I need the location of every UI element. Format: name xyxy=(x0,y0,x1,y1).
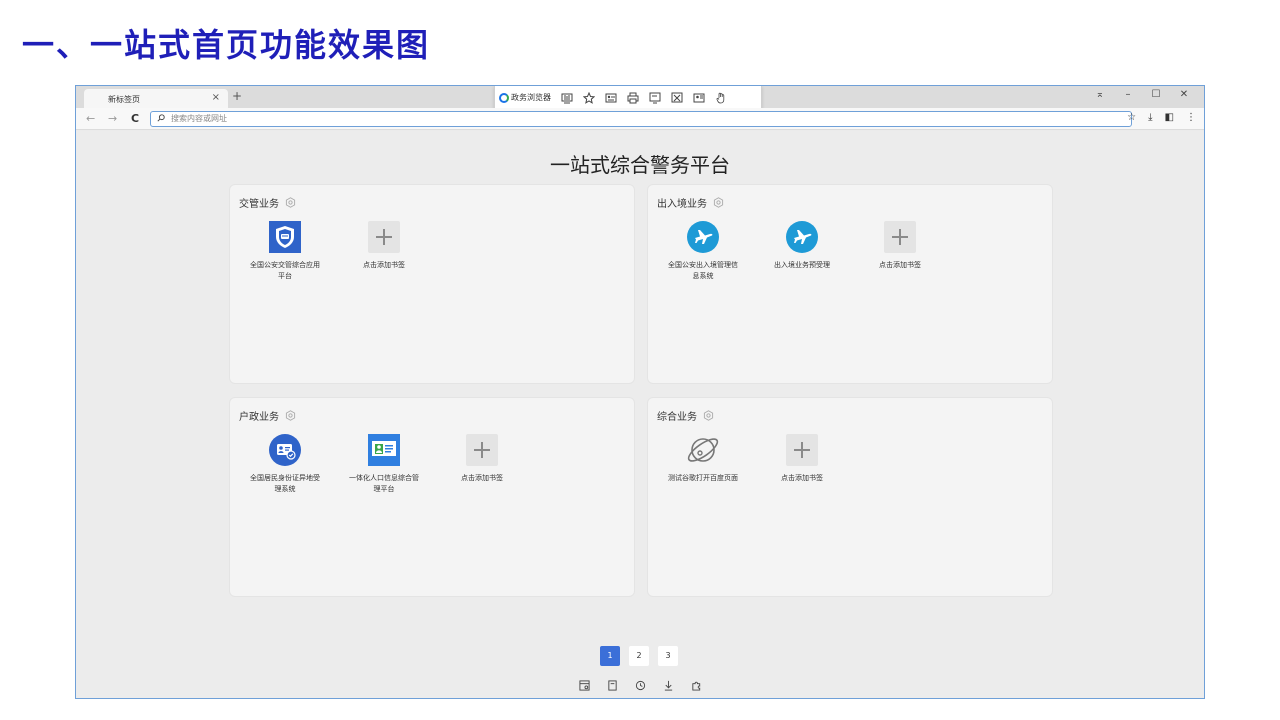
slide-title: 一、一站式首页功能效果图 xyxy=(22,26,431,64)
forward-button[interactable]: → xyxy=(108,112,117,125)
window-icon[interactable] xyxy=(578,679,590,691)
card-title: 户政业务 xyxy=(239,412,279,423)
maximize-button[interactable]: ☐ xyxy=(1142,89,1170,100)
population-card-icon xyxy=(368,434,400,466)
browser-window: 新标签页 × + 政务浏览器 ⌅ – ☐ ✕ ← → C 搜索内容或网址 ☆ ⤓… xyxy=(75,85,1205,699)
airplane-icon xyxy=(687,221,719,253)
url-placeholder: 搜索内容或网址 xyxy=(171,114,227,123)
menu-icon[interactable]: ⋮ xyxy=(1186,112,1196,123)
app-label: 点击添加书签 xyxy=(363,261,405,269)
address-actions: ☆ ⤓ ◧ ⋮ xyxy=(1127,112,1196,123)
address-bar: ← → C 搜索内容或网址 ☆ ⤓ ◧ ⋮ xyxy=(76,108,1204,130)
gear-icon[interactable] xyxy=(285,197,296,208)
app-label: 点击添加书签 xyxy=(781,474,823,482)
app-population-platform[interactable]: 一体化人口信息综合管理平台 xyxy=(334,434,434,495)
app-traffic-platform[interactable]: 全国公安交管综合应用平台 xyxy=(235,221,335,282)
card-title: 交管业务 xyxy=(239,199,279,210)
card-traffic: 交管业务 全国公安交管综合应用平台 点击添加书签 xyxy=(229,184,635,384)
gear-icon[interactable] xyxy=(713,197,724,208)
card-household: 户政业务 全国居民身份证异地受理系统 一体化人口信息综合管理平台 点击添加书签 xyxy=(229,397,635,597)
plus-icon xyxy=(466,434,498,466)
id-card-icon[interactable] xyxy=(604,92,617,104)
tab-close-icon[interactable]: × xyxy=(212,92,220,103)
gear-icon[interactable] xyxy=(703,410,714,421)
tab-bar: 新标签页 × + 政务浏览器 ⌅ – ☐ ✕ xyxy=(76,86,1204,110)
download-icon[interactable] xyxy=(662,679,674,691)
add-bookmark-button[interactable]: 点击添加书签 xyxy=(752,434,852,484)
plus-icon xyxy=(368,221,400,253)
card-general: 综合业务 测试谷歌打开百度页面 点击添加书签 xyxy=(647,397,1053,597)
tab-title: 新标签页 xyxy=(108,95,140,104)
page-button-1[interactable]: 1 xyxy=(600,646,620,666)
app-test-google-baidu[interactable]: 测试谷歌打开百度页面 xyxy=(653,434,753,484)
star-icon[interactable] xyxy=(582,91,595,104)
profile-icon[interactable] xyxy=(692,92,705,104)
plus-icon xyxy=(884,221,916,253)
gov-browser-toolbar: 政务浏览器 xyxy=(494,86,762,110)
app-label: 点击添加书签 xyxy=(879,261,921,269)
card-title: 综合业务 xyxy=(657,412,697,423)
gear-icon[interactable] xyxy=(285,410,296,421)
app-id-card-system[interactable]: 全国居民身份证异地受理系统 xyxy=(235,434,335,495)
search-icon xyxy=(157,113,165,127)
minimize-button[interactable]: – xyxy=(1114,89,1142,100)
brand-logo-icon xyxy=(499,92,509,103)
close-window-button[interactable]: ✕ xyxy=(1170,89,1198,100)
hand-icon[interactable] xyxy=(714,92,727,104)
card-title: 出入境业务 xyxy=(657,199,707,210)
page-button-2[interactable]: 2 xyxy=(629,646,649,666)
app-immigration-preaccept[interactable]: 出入境业务预受理 xyxy=(752,221,852,271)
reload-button[interactable]: C xyxy=(131,112,139,125)
copy-icon[interactable] xyxy=(606,679,618,691)
id-badge-icon xyxy=(269,434,301,466)
back-button[interactable]: ← xyxy=(86,112,95,125)
favorite-icon[interactable]: ☆ xyxy=(1127,112,1136,123)
app-label: 测试谷歌打开百度页面 xyxy=(668,474,738,482)
screen-icon[interactable] xyxy=(648,92,661,104)
airplane-icon xyxy=(786,221,818,253)
app-label: 全国居民身份证异地受理系统 xyxy=(250,474,320,493)
print-icon[interactable] xyxy=(626,92,639,104)
card-immigration: 出入境业务 全国公安出入境管理信息系统 出入境业务预受理 点击添加书签 xyxy=(647,184,1053,384)
download-icon[interactable]: ⤓ xyxy=(1148,112,1152,123)
app-label: 全国公安出入境管理信息系统 xyxy=(668,261,738,280)
plus-icon xyxy=(786,434,818,466)
sidebar-icon[interactable]: ◧ xyxy=(1165,112,1174,123)
tab-new-tab[interactable]: 新标签页 × xyxy=(84,89,228,108)
extension-icon[interactable] xyxy=(690,679,702,691)
brand-name: 政务浏览器 xyxy=(511,93,551,102)
traffic-shield-icon xyxy=(269,221,301,253)
page-title: 一站式综合警务平台 xyxy=(550,153,730,177)
close-box-icon[interactable] xyxy=(670,92,683,104)
brand[interactable]: 政务浏览器 xyxy=(499,92,551,103)
pin-icon[interactable]: ⌅ xyxy=(1086,89,1114,100)
app-label: 一体化人口信息综合管理平台 xyxy=(349,474,419,493)
planet-icon xyxy=(687,434,719,466)
add-bookmark-button[interactable]: 点击添加书签 xyxy=(850,221,950,271)
app-immigration-system[interactable]: 全国公安出入境管理信息系统 xyxy=(653,221,753,282)
pagination: 1 2 3 xyxy=(600,646,678,666)
url-input[interactable]: 搜索内容或网址 xyxy=(150,111,1132,127)
window-controls: ⌅ – ☐ ✕ xyxy=(1086,89,1198,100)
app-label: 出入境业务预受理 xyxy=(774,261,830,269)
history-icon[interactable] xyxy=(634,679,646,691)
add-bookmark-button[interactable]: 点击添加书签 xyxy=(334,221,434,271)
chart-icon[interactable] xyxy=(560,92,573,104)
bottom-toolbar xyxy=(578,679,702,691)
new-tab-button[interactable]: + xyxy=(232,89,242,103)
page-content: 一站式综合警务平台 交管业务 全国公安交管综合应用平台 点击添加书签 出入境业务 xyxy=(76,131,1204,698)
add-bookmark-button[interactable]: 点击添加书签 xyxy=(432,434,532,484)
app-label: 全国公安交管综合应用平台 xyxy=(250,261,320,280)
app-label: 点击添加书签 xyxy=(461,474,503,482)
page-button-3[interactable]: 3 xyxy=(658,646,678,666)
